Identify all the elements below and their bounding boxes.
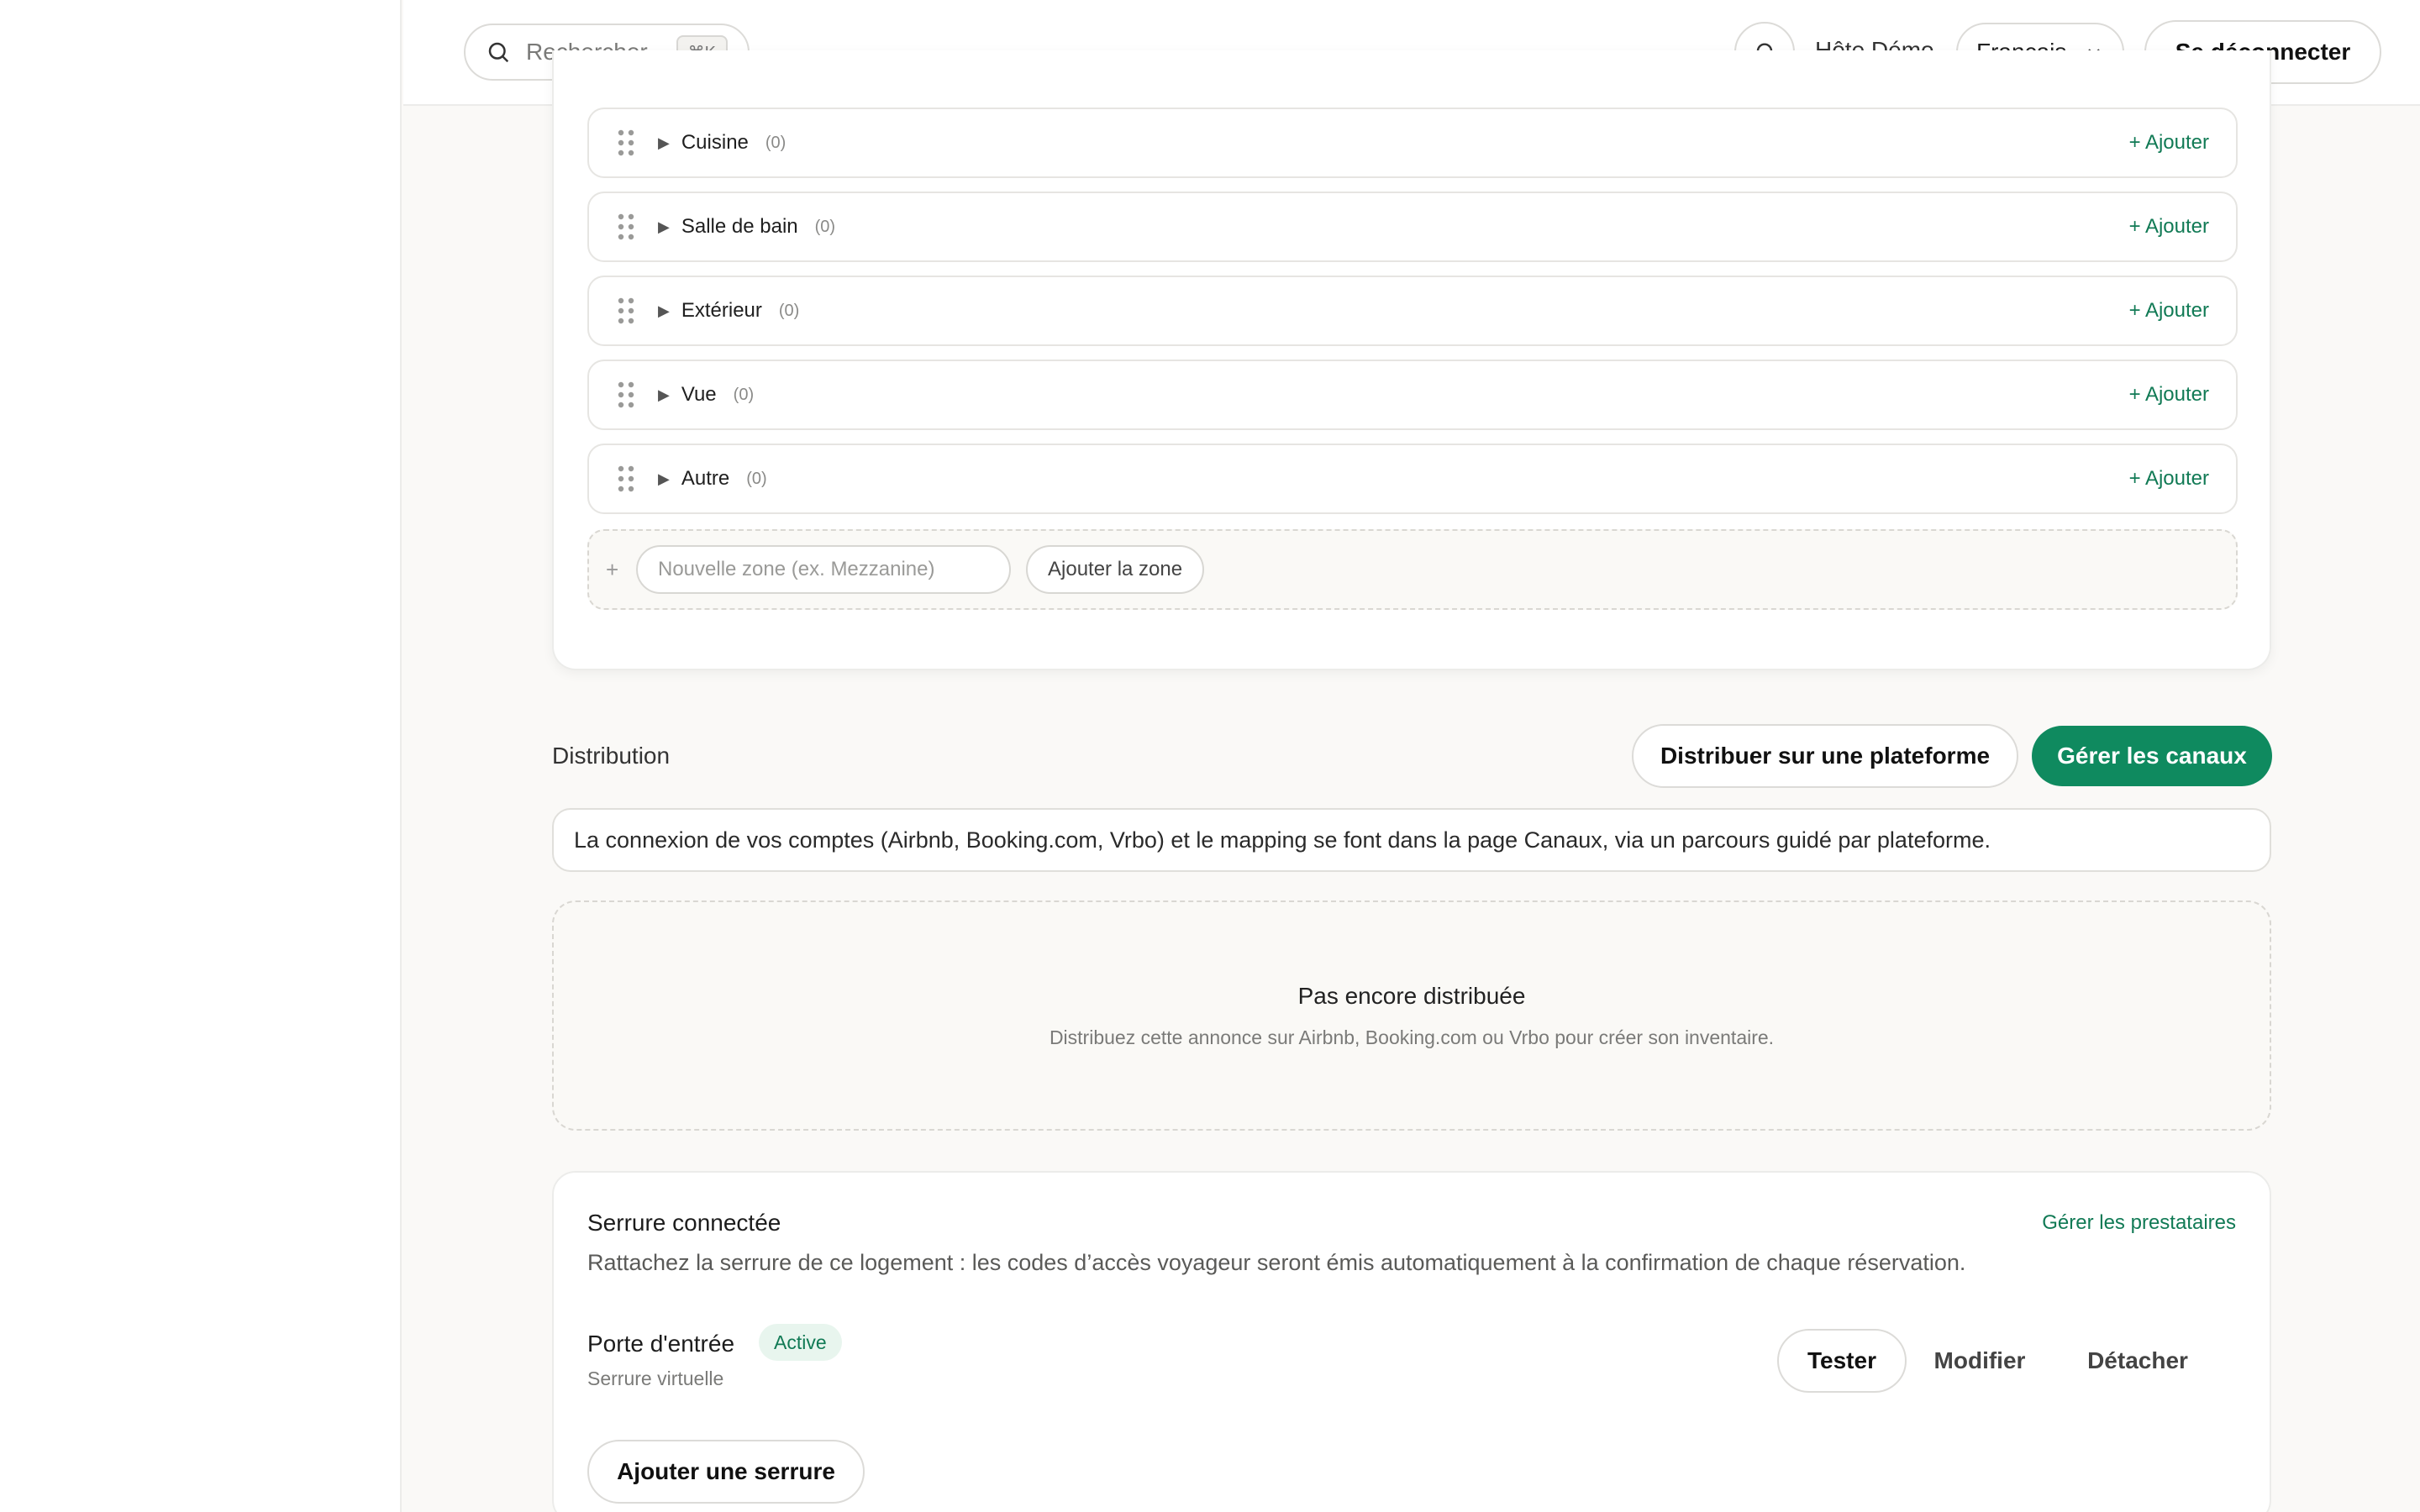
zone-count: (0) [733,385,755,404]
add-lock-button[interactable]: Ajouter une serrure [587,1440,865,1504]
expand-caret-icon[interactable]: ▶ [658,218,670,236]
zone-name: Extérieur [681,299,762,322]
expand-caret-icon[interactable]: ▶ [658,470,670,488]
distribution-info: La connexion de vos comptes (Airbnb, Boo… [552,808,2271,872]
drag-handle-icon[interactable] [616,212,636,242]
zone-name: Autre [681,467,730,490]
expand-caret-icon[interactable]: ▶ [658,386,670,404]
distribute-platform-button[interactable]: Distribuer sur une plateforme [1632,724,2018,788]
lock-device-type: Serrure virtuelle [587,1368,724,1389]
zone-row-vue: ▶ Vue (0) + Ajouter [587,360,2238,430]
test-lock-button[interactable]: Tester [1777,1329,1907,1393]
zone-name: Vue [681,383,717,406]
sidebar [0,0,402,1512]
new-zone-input[interactable]: Nouvelle zone (ex. Mezzanine) [636,545,1011,594]
distribution-info-text: La connexion de vos comptes (Airbnb, Boo… [574,827,1991,853]
zone-count: (0) [746,469,767,488]
zone-name: Salle de bain [681,215,798,238]
zone-row-autre: ▶ Autre (0) + Ajouter [587,444,2238,514]
add-zone-button[interactable]: Ajouter la zone [1026,545,1205,594]
lock-title: Serrure connectée [587,1210,781,1236]
distribution-title: Distribution [552,743,671,769]
status-badge: Active [759,1324,842,1361]
search-icon [488,42,509,63]
drag-handle-icon[interactable] [616,464,636,494]
distribution-empty-state: Pas encore distribuée Distribuez cette a… [552,900,2271,1131]
detach-lock-button[interactable]: Détacher [2066,1329,2209,1393]
lock-description: Rattachez la serrure de ce logement : le… [587,1250,1966,1275]
zone-row-cuisine: ▶ Cuisine (0) + Ajouter [587,108,2238,178]
zone-count: (0) [778,301,800,320]
expand-caret-icon[interactable]: ▶ [658,134,670,152]
zone-row-salle-de-bain: ▶ Salle de bain (0) + Ajouter [587,192,2238,262]
manage-providers-link[interactable]: Gérer les prestataires [2042,1211,2236,1235]
empty-state-title: Pas encore distribuée [1297,982,1526,1009]
zone-row-exterieur: ▶ Extérieur (0) + Ajouter [587,276,2238,346]
drag-handle-icon[interactable] [616,296,636,326]
new-zone-row: + Nouvelle zone (ex. Mezzanine) Ajouter … [587,529,2238,610]
lock-device-name: Porte d'entrée [587,1331,735,1357]
zone-add-button[interactable]: + Ajouter [2129,215,2209,239]
zone-add-button[interactable]: + Ajouter [2129,383,2209,407]
expand-caret-icon[interactable]: ▶ [658,302,670,320]
empty-state-subtitle: Distribuez cette annonce sur Airbnb, Boo… [1049,1026,1775,1048]
zone-add-button[interactable]: + Ajouter [2129,299,2209,323]
drag-handle-icon[interactable] [616,128,636,158]
zone-count: (0) [765,133,786,152]
zone-add-button[interactable]: + Ajouter [2129,467,2209,491]
zone-name: Cuisine [681,131,749,154]
edit-lock-button[interactable]: Modifier [1922,1329,2038,1393]
zone-count: (0) [814,217,836,236]
manage-channels-button[interactable]: Gérer les canaux [2032,726,2272,786]
drag-handle-icon[interactable] [616,380,636,410]
connected-lock-card: Serrure connectée Gérer les prestataires… [552,1171,2271,1512]
plus-icon: + [606,556,619,582]
zone-add-button[interactable]: + Ajouter [2129,131,2209,155]
zones-card: ▶ Cuisine (0) + Ajouter ▶ Salle de bain … [552,50,2271,670]
